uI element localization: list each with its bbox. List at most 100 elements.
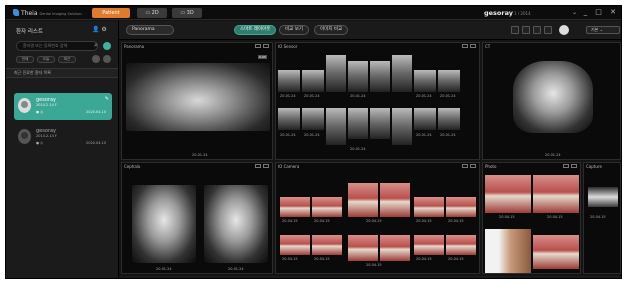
- io-image[interactable]: [302, 70, 324, 92]
- layout-1-icon[interactable]: [511, 26, 519, 34]
- app-logo-text: Theia: [21, 10, 38, 17]
- refresh-icon[interactable]: [92, 55, 100, 63]
- patient-dropdown-chevron-icon[interactable]: ⌄: [572, 9, 577, 16]
- io-image[interactable]: [278, 108, 300, 130]
- layout-4-icon[interactable]: [544, 26, 552, 34]
- io-camera-image[interactable]: [380, 183, 410, 217]
- io-image[interactable]: [414, 70, 436, 92]
- io-camera-timestamp: 20.04.15: [448, 219, 464, 223]
- io-image[interactable]: [370, 61, 390, 92]
- io-camera-image[interactable]: [446, 197, 476, 217]
- io-camera-image[interactable]: [446, 235, 476, 255]
- cephalo-timestamp: 20.01.24: [156, 267, 172, 271]
- io-camera-timestamp: 20.04.15: [416, 219, 432, 223]
- patient-card-active[interactable]: gesoray 2014.2.14 F ● ◎ 2020.04.10 ✎: [14, 93, 112, 120]
- io-camera-image[interactable]: [348, 183, 378, 217]
- io-image[interactable]: [392, 108, 412, 145]
- viewer-toolbar: Panorama 스마트 레이아웃 비교 보기 이미지 비교 기본 ⌄: [119, 21, 621, 40]
- view-dropdown[interactable]: 기본 ⌄: [586, 26, 620, 34]
- io-camera-image[interactable]: [348, 235, 378, 261]
- io-image[interactable]: [326, 108, 346, 145]
- tab-3d[interactable]: ▭ 3D: [172, 8, 202, 18]
- io-image[interactable]: [438, 70, 460, 92]
- photo-image[interactable]: [533, 175, 579, 213]
- io-image[interactable]: [438, 108, 460, 130]
- io-timestamp: 20.01.24: [440, 133, 456, 137]
- horizontal-scrollbar[interactable]: [119, 276, 621, 278]
- cephalo-panel[interactable]: Cephalo 20.01.24 20.01.24: [121, 162, 273, 274]
- capture-panel[interactable]: Capture 20.04.15: [583, 162, 621, 274]
- io-camera-image[interactable]: [414, 197, 444, 217]
- io-image[interactable]: [302, 108, 324, 130]
- io-image[interactable]: [414, 108, 436, 130]
- io-image[interactable]: [348, 61, 368, 92]
- compare-view-button[interactable]: 비교 보기: [279, 25, 309, 35]
- smart-layout-button[interactable]: 스마트 레이아웃: [234, 25, 277, 35]
- patient-card[interactable]: gesoray 2014.2.14 F ● ◎ 2020.04.10: [14, 124, 112, 151]
- photo-image[interactable]: [485, 175, 531, 213]
- io-camera-image[interactable]: [312, 235, 342, 255]
- cephalo-frontal-image[interactable]: [204, 185, 268, 263]
- layout-3-icon[interactable]: [533, 26, 541, 34]
- photo-timestamp: 20.04.15: [547, 215, 563, 219]
- panorama-panel[interactable]: Panorama 0.03 20.01.24: [121, 42, 273, 160]
- window-controls[interactable]: _ □ ✕: [584, 8, 619, 16]
- io-timestamp: 20.01.24: [350, 147, 366, 151]
- io-image[interactable]: [348, 108, 368, 139]
- io-camera-image[interactable]: [312, 197, 342, 217]
- io-camera-image[interactable]: [280, 197, 310, 217]
- io-timestamp: 20.01.24: [304, 94, 320, 98]
- recent-patients-header: 최근 진료한 환자 목록: [6, 68, 118, 78]
- io-image[interactable]: [370, 108, 390, 139]
- photo-panel[interactable]: Photo 20.04.15 20.04.15: [482, 162, 581, 274]
- io-sensor-panel-title: IO Sensor: [278, 44, 298, 49]
- io-image[interactable]: [278, 70, 300, 92]
- tab-2d[interactable]: ▭ 2D: [137, 8, 167, 18]
- filter-today-chip[interactable]: 오늘: [37, 56, 55, 63]
- capture-image[interactable]: [588, 187, 618, 207]
- patient-search-input[interactable]: 환자명 또는 등록번호 검색: [16, 41, 98, 51]
- cephalo-lateral-image[interactable]: [132, 185, 196, 263]
- io-image[interactable]: [326, 55, 346, 92]
- patient-add-icon[interactable]: 👤 ⚙: [92, 26, 107, 33]
- panorama-filter-pill[interactable]: Panorama: [126, 25, 174, 35]
- filter-all-chip[interactable]: 전체: [16, 56, 34, 63]
- photo-image[interactable]: [533, 235, 579, 269]
- panel-buttons[interactable]: [460, 44, 476, 49]
- panel-buttons[interactable]: [561, 164, 577, 169]
- current-patient-name: gesoray: [484, 9, 514, 17]
- panorama-xray-image[interactable]: [126, 63, 270, 131]
- io-timestamp: 20.01.24: [280, 133, 296, 137]
- app-logo: Theia Dental Imaging Solution: [13, 9, 82, 17]
- image-compare-button[interactable]: 이미지 비교: [314, 25, 349, 35]
- ct-panel[interactable]: CT 20.01.24: [482, 42, 621, 160]
- filter-recent-chip[interactable]: 최근: [58, 56, 76, 63]
- io-camera-image[interactable]: [280, 235, 310, 255]
- io-camera-timestamp: 20.04.15: [314, 257, 330, 261]
- panorama-panel-title: Panorama: [124, 44, 145, 49]
- panorama-tag: 0.03: [258, 55, 267, 59]
- io-camera-timestamp: 20.04.15: [366, 263, 382, 267]
- settings-icon[interactable]: [103, 55, 111, 63]
- io-camera-panel[interactable]: IO Camera 20.04.15 20.04.15 20.04.15 20.…: [275, 162, 480, 274]
- tab-3d-label: 3D: [186, 10, 194, 16]
- user-icon[interactable]: [559, 25, 569, 35]
- io-camera-timestamp: 20.04.15: [314, 219, 330, 223]
- panel-buttons[interactable]: [253, 164, 269, 169]
- current-patient-date: 1 / 2014: [514, 11, 531, 16]
- io-timestamp: 20.01.24: [440, 94, 456, 98]
- face-profile-photo[interactable]: [485, 229, 531, 273]
- io-camera-image[interactable]: [414, 235, 444, 255]
- tab-patient[interactable]: Patient: [92, 8, 130, 18]
- search-go-button[interactable]: [103, 42, 111, 50]
- layout-2-icon[interactable]: [522, 26, 530, 34]
- io-image[interactable]: [392, 55, 412, 92]
- panel-buttons[interactable]: [460, 164, 476, 169]
- ct-3d-skull-image[interactable]: [513, 61, 593, 133]
- panel-buttons[interactable]: [253, 44, 269, 49]
- io-sensor-panel[interactable]: IO Sensor 20.01.24 20.01.24 20.01.24 20.…: [275, 42, 480, 160]
- patient-list-title: 환자 리스트: [16, 29, 44, 35]
- io-camera-image[interactable]: [380, 235, 410, 261]
- edit-icon[interactable]: ✎: [105, 96, 109, 102]
- search-icon[interactable]: ⌕: [94, 41, 98, 50]
